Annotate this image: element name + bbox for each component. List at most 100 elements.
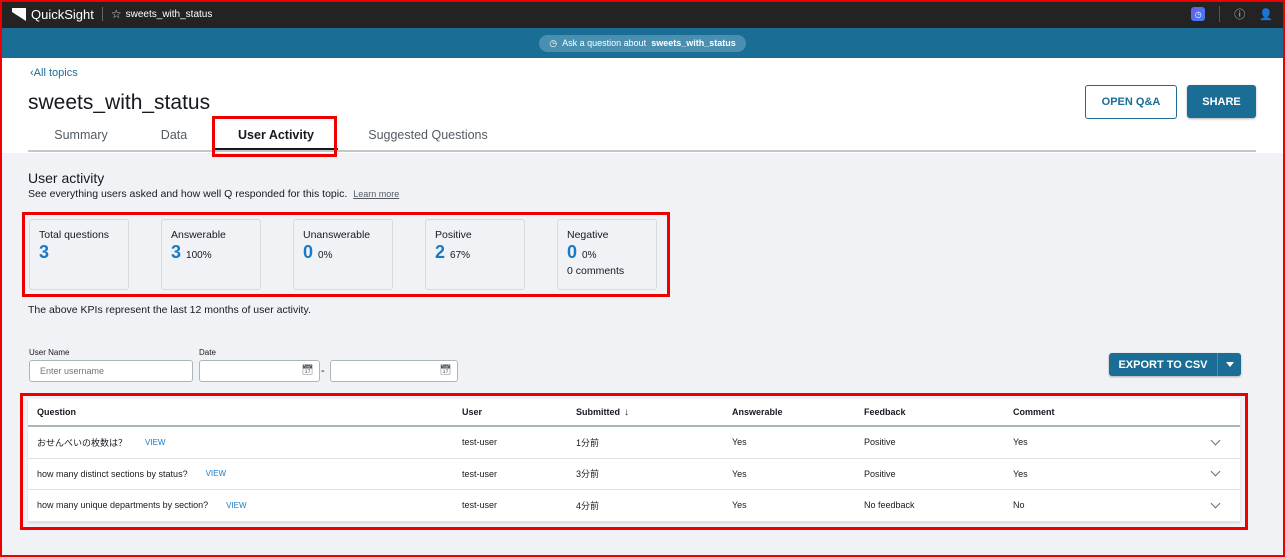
date-from-input[interactable]: 📅︎ [199,360,320,382]
answerable-cell: Yes [732,468,747,479]
calendar-icon[interactable]: 📅︎ [301,365,314,376]
comment-cell: No [1013,500,1025,511]
submitted-cell: 3分前 [576,469,600,480]
view-link[interactable]: VIEW [206,469,226,478]
favorite-star-icon[interactable]: ☆ [111,7,122,21]
section-subtitle: See everything users asked and how well … [28,188,399,200]
tab-suggested-questions[interactable]: Suggested Questions [344,126,512,150]
date-to-input[interactable]: 📅︎ [330,360,458,382]
question-cell: おせんべいの枚数は？ VIEW [37,427,165,458]
column-header-comment[interactable]: Comment [1013,399,1055,425]
kpi-label: Negative [567,229,609,241]
user-activity-table: Question User Submitted ↓ Answerable Feed… [28,399,1240,522]
answerable-cell: Yes [732,437,747,448]
open-qa-button[interactable]: OPEN Q&A [1085,85,1177,119]
column-header-answerable[interactable]: Answerable [732,399,783,425]
sort-descending-icon[interactable]: ↓ [624,407,629,418]
kpi-label: Total questions [39,229,110,241]
kpi-positive: Positive 2 67% [425,219,525,290]
learn-more-link[interactable]: Learn more [353,189,399,199]
q-assistant-icon[interactable]: ◷ [1191,7,1206,21]
kpi-total-questions: Total questions 3 [29,219,129,290]
question-text: おせんべいの枚数は？ [37,437,128,448]
export-csv-button[interactable]: EXPORT TO CSV [1109,353,1218,376]
user-icon[interactable]: 👤 [1259,8,1273,21]
user-cell: test-user [462,437,498,448]
feedback-cell: Positive [864,468,896,479]
comment-cell: Yes [1013,437,1028,448]
expand-row-button[interactable] [1210,459,1221,490]
view-link[interactable]: VIEW [226,501,246,510]
q-icon: ◷ [549,37,558,48]
ask-prefix: Ask a question about [562,38,647,48]
question-cell: how many unique departments by section? V… [37,490,247,521]
kpi-note: The above KPIs represent the last 12 mon… [28,304,311,316]
kpi-percent: 0% [582,250,597,261]
column-header-question[interactable]: Question [37,399,76,425]
kpi-percent: 0% [318,250,333,261]
share-button[interactable]: SHARE [1187,85,1256,118]
kpi-value: 2 [435,242,446,262]
question-text: how many unique departments by section? [37,500,209,511]
section-title: User activity [28,170,105,186]
ask-question-button[interactable]: ◷ Ask a question about sweets_with_statu… [539,34,746,52]
answerable-cell: Yes [732,500,747,511]
calendar-icon[interactable]: 📅︎ [439,365,452,376]
submitted-cell: 1分前 [576,437,600,448]
question-text: how many distinct sections by status? [37,468,188,479]
user-name-label: User Name [29,348,70,357]
table-row: おせんべいの枚数は？ VIEW test-user 1分前 Yes Positiv… [28,427,1240,459]
kpi-percent: 67% [450,250,471,261]
tab-user-activity[interactable]: User Activity [214,126,338,150]
user-cell: test-user [462,468,498,479]
chevron-down-icon [1210,498,1221,509]
kpi-value: 0 [567,242,578,262]
kpi-label: Unanswerable [303,229,371,241]
column-header-submitted-label: Submitted [576,407,620,417]
section-subtitle-text: See everything users asked and how well … [28,188,348,200]
help-icon[interactable]: ⓘ [1234,6,1245,22]
ask-question-bar: ◷ Ask a question about sweets_with_statu… [0,28,1285,58]
quicksight-logo[interactable]: QuickSight [12,7,94,22]
kpi-percent: 100% [186,250,212,261]
user-cell: test-user [462,500,498,511]
date-separator: - [321,365,325,377]
divider [101,7,103,21]
feedback-cell: Positive [864,437,896,448]
kpi-value: 0 [303,242,314,262]
kpi-label: Answerable [171,229,226,241]
kpi-value: 3 [171,242,182,262]
all-topics-link[interactable]: ‹All topics [30,67,78,79]
username-input[interactable] [29,360,193,382]
tab-data[interactable]: Data [134,126,214,150]
divider [1219,6,1221,22]
top-navigation-bar: QuickSight ☆ sweets_with_status ◷ ⓘ 👤 [0,0,1285,28]
all-topics-label: All topics [33,67,78,79]
export-csv-split-button: EXPORT TO CSV [1109,353,1241,376]
view-link[interactable]: VIEW [145,438,165,447]
submitted-cell: 4分前 [576,500,600,511]
date-label: Date [199,348,216,357]
kpi-value: 3 [39,242,50,262]
expand-row-button[interactable] [1210,490,1221,521]
topic-tabs: Summary Data User Activity Suggested Que… [28,126,1256,152]
caret-down-icon [1225,362,1234,367]
quicksight-logo-icon [12,7,26,21]
column-header-feedback[interactable]: Feedback [864,399,906,425]
kpi-answerable: Answerable 3 100% [161,219,261,290]
comment-cell: Yes [1013,468,1028,479]
tab-summary[interactable]: Summary [28,126,134,150]
page-title: sweets_with_status [28,91,211,114]
topic-header: ‹All topics sweets_with_status OPEN Q&A … [0,58,1285,153]
kpi-negative: Negative 0 0% 0 comments [557,219,657,290]
column-header-user[interactable]: User [462,399,482,425]
question-cell: how many distinct sections by status? VIE… [37,459,226,490]
document-name: sweets_with_status [125,8,213,20]
chevron-down-icon [1210,466,1221,477]
export-options-dropdown[interactable] [1218,353,1241,376]
kpi-unanswerable: Unanswerable 0 0% [293,219,393,290]
column-header-submitted[interactable]: Submitted ↓ [576,399,629,425]
app-name: QuickSight [31,6,94,22]
expand-row-button[interactable] [1210,427,1221,458]
kpi-label: Positive [435,229,472,241]
